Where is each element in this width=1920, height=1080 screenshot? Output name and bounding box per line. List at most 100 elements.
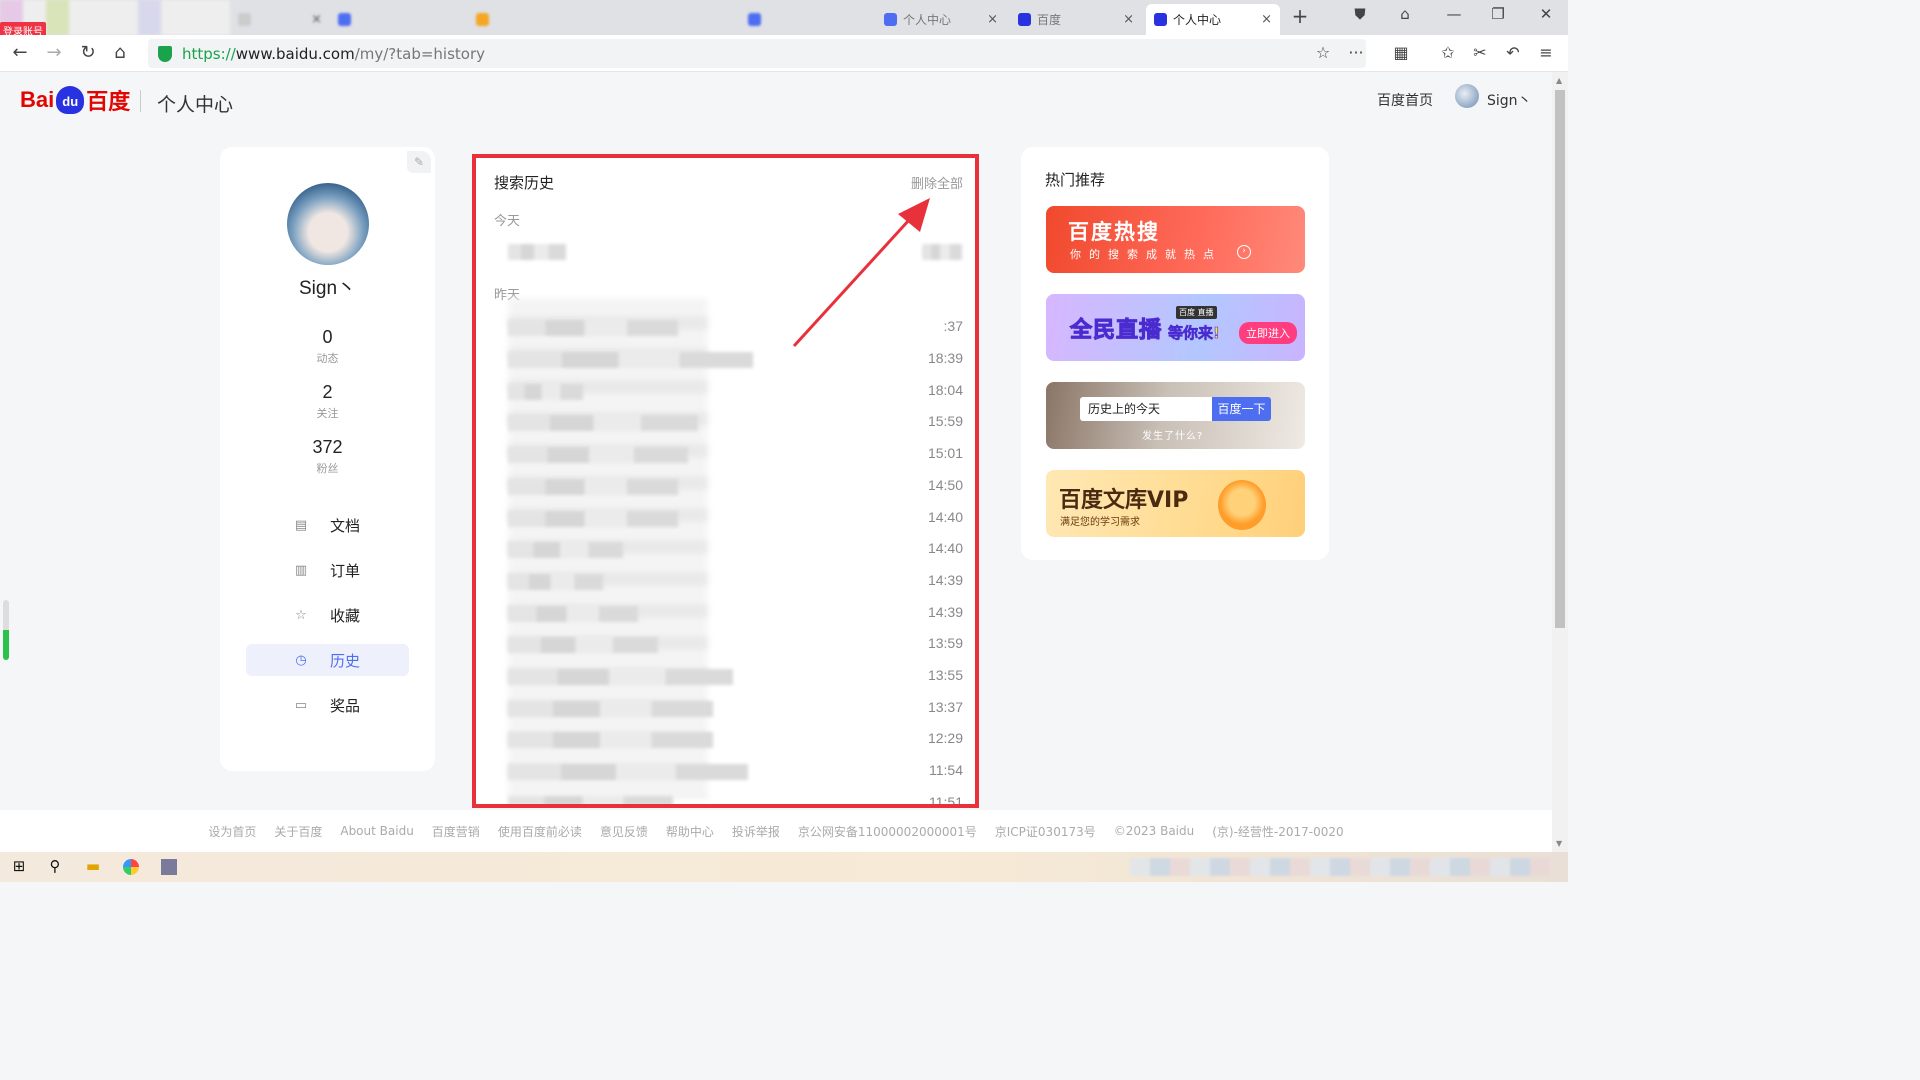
scissors-icon[interactable]: ✂ [1469, 43, 1491, 62]
shirt-icon[interactable]: ⌂ [1391, 5, 1419, 23]
edit-icon[interactable]: ✎ [407, 151, 431, 173]
footer-link[interactable]: 意见反馈 [600, 823, 648, 840]
restore-icon[interactable]: ❐ [1484, 5, 1512, 23]
banner-hot-search[interactable]: 百度热搜 你的搜索成就热点 › [1046, 206, 1305, 273]
baidu-search-button[interactable]: 百度一下 [1212, 397, 1271, 421]
url-path: /my/?tab=history [354, 44, 486, 63]
url-input[interactable]: https://www.baidu.com/my/?tab=history [148, 39, 1366, 68]
minimize-icon[interactable]: — [1440, 5, 1468, 23]
browser-tab-active[interactable]: 个人中心 × [1146, 4, 1280, 35]
close-icon[interactable]: × [987, 12, 998, 27]
footer-link[interactable]: 京ICP证030173号 [995, 823, 1096, 840]
new-tab-button[interactable]: + [1286, 4, 1314, 28]
reload-icon[interactable]: ↻ [76, 42, 100, 63]
banner-live[interactable]: 全民直播 等你来! 百度 直播 立即进入 [1046, 294, 1305, 361]
os-taskbar: ⊞ ⚲ ▬ [0, 852, 1568, 882]
history-row[interactable]: 13:55 [476, 661, 975, 691]
scrollbar-thumb[interactable] [1555, 90, 1565, 628]
footer-link[interactable]: 帮助中心 [666, 823, 714, 840]
star-icon: ☆ [295, 607, 307, 623]
group-label-today: 今天 [494, 214, 521, 229]
footer-link[interactable]: 投诉举报 [732, 823, 780, 840]
enter-live-button[interactable]: 立即进入 [1239, 322, 1297, 344]
forward-arrow-icon[interactable]: → [42, 42, 66, 63]
bookmark-star-icon[interactable]: ☆ [1312, 43, 1334, 62]
favorites-icon[interactable]: ✩ [1437, 43, 1459, 62]
close-icon[interactable]: × [1123, 12, 1134, 27]
shield-icon[interactable]: ⛊ [1346, 5, 1374, 23]
baidu-logo[interactable]: Bai du 百度 [20, 84, 130, 116]
more-dots-icon[interactable]: ··· [1345, 43, 1367, 62]
baidu-home-link[interactable]: 百度首页 [1377, 90, 1433, 110]
footer-link[interactable]: 京公网安备11000002000001号 [798, 823, 977, 840]
app-taskbar-icon[interactable] [158, 857, 180, 877]
windows-start-icon[interactable]: ⊞ [8, 857, 30, 877]
close-icon[interactable]: × [1261, 12, 1272, 27]
system-tray[interactable] [1130, 858, 1550, 876]
clock-icon: ◷ [295, 652, 307, 668]
scroll-up-icon[interactable]: ▲ [1556, 76, 1562, 85]
avatar[interactable] [1455, 84, 1479, 108]
history-row[interactable]: 13:59 [476, 629, 975, 659]
stat-posts[interactable]: 0 动态 [220, 327, 435, 366]
divider [140, 90, 141, 112]
footer-link[interactable]: 使用百度前必读 [498, 823, 582, 840]
history-row[interactable]: 14:40 [476, 534, 975, 564]
history-row[interactable]: 15:59 [476, 407, 975, 437]
apps-grid-icon[interactable]: ▦ [1390, 43, 1412, 62]
search-icon[interactable]: ⚲ [44, 857, 66, 877]
sidebar-item-history[interactable]: ◷ 历史 [246, 644, 409, 676]
undo-icon[interactable]: ↶ [1502, 43, 1524, 62]
home-icon[interactable]: ⌂ [108, 42, 132, 63]
browser-tab[interactable] [468, 4, 738, 35]
history-row[interactable]: 13:37 [476, 693, 975, 723]
browser-taskbar-icon[interactable] [120, 857, 142, 877]
history-row[interactable]: 18:04 [476, 376, 975, 406]
history-row[interactable]: 14:50 [476, 471, 975, 501]
browser-tab[interactable] [330, 4, 460, 35]
sidebar-item-prizes[interactable]: ▭ 奖品 [246, 689, 409, 721]
banner-wenku-vip[interactable]: 百度文库VIP 满足您的学习需求 [1046, 470, 1305, 537]
history-row[interactable]: 11:51 [476, 788, 975, 804]
sidebar-item-favorites[interactable]: ☆ 收藏 [246, 599, 409, 631]
browser-tab[interactable]: 百度 × [1010, 4, 1142, 35]
footer-link[interactable]: 百度营销 [432, 823, 480, 840]
footer-link[interactable]: 设为首页 [208, 823, 256, 840]
back-arrow-icon[interactable]: ← [8, 42, 32, 63]
page-content: Bai du 百度 个人中心 百度首页 Sign丶 ✎ Sign丶 0 动态 2 关… [0, 72, 1552, 810]
annotation-arrow [792, 198, 930, 348]
scroll-down-icon[interactable]: ▼ [1556, 839, 1562, 848]
scrollbar[interactable]: ▲ ▼ [1552, 72, 1568, 852]
sidebar-item-orders[interactable]: ▥ 订单 [246, 554, 409, 586]
recommend-card: 热门推荐 百度热搜 你的搜索成就热点 › 全民直播 等你来! 百度 直播 立即进… [1021, 147, 1329, 560]
side-progress-widget[interactable] [3, 600, 9, 660]
browser-tab[interactable] [740, 4, 872, 35]
user-menu[interactable]: Sign丶 [1487, 90, 1532, 110]
sidebar-item-documents[interactable]: ▤ 文档 [246, 509, 409, 541]
banner-history-today[interactable]: 历史上的今天 百度一下 发生了什么? [1046, 382, 1305, 449]
tab-favicon-icon [338, 13, 351, 26]
profile-avatar[interactable] [287, 183, 369, 265]
window-close-icon[interactable]: ✕ [1532, 5, 1560, 23]
stat-followers[interactable]: 372 粉丝 [220, 437, 435, 476]
redacted-query [508, 244, 566, 260]
footer-link[interactable]: 关于百度 [274, 823, 322, 840]
stat-following[interactable]: 2 关注 [220, 382, 435, 421]
footer-link[interactable]: (京)-经营性-2017-0020 [1212, 823, 1343, 840]
browser-tab[interactable]: 个人中心 × [876, 4, 1006, 35]
history-row[interactable]: 14:39 [476, 598, 975, 628]
history-row[interactable]: 11:54 [476, 756, 975, 786]
menu-icon[interactable]: ≡ [1535, 43, 1557, 62]
history-row[interactable]: 14:39 [476, 566, 975, 596]
close-icon[interactable]: × [311, 12, 322, 27]
browser-tab[interactable]: × [230, 4, 330, 35]
lion-mascot-icon [1218, 480, 1266, 530]
file-explorer-icon[interactable]: ▬ [82, 857, 104, 877]
footer-link[interactable]: About Baidu [340, 824, 413, 838]
history-row[interactable]: 15:01 [476, 439, 975, 469]
site-header: Bai du 百度 个人中心 百度首页 Sign丶 [0, 72, 1552, 132]
history-row[interactable]: 12:29 [476, 724, 975, 754]
delete-all-button[interactable]: 删除全部 [911, 173, 963, 192]
profile-card: ✎ Sign丶 0 动态 2 关注 372 粉丝 ▤ 文档 ▥ 订单 ☆ 收藏 ◷ 历史… [220, 147, 435, 771]
history-row[interactable]: 14:40 [476, 503, 975, 533]
